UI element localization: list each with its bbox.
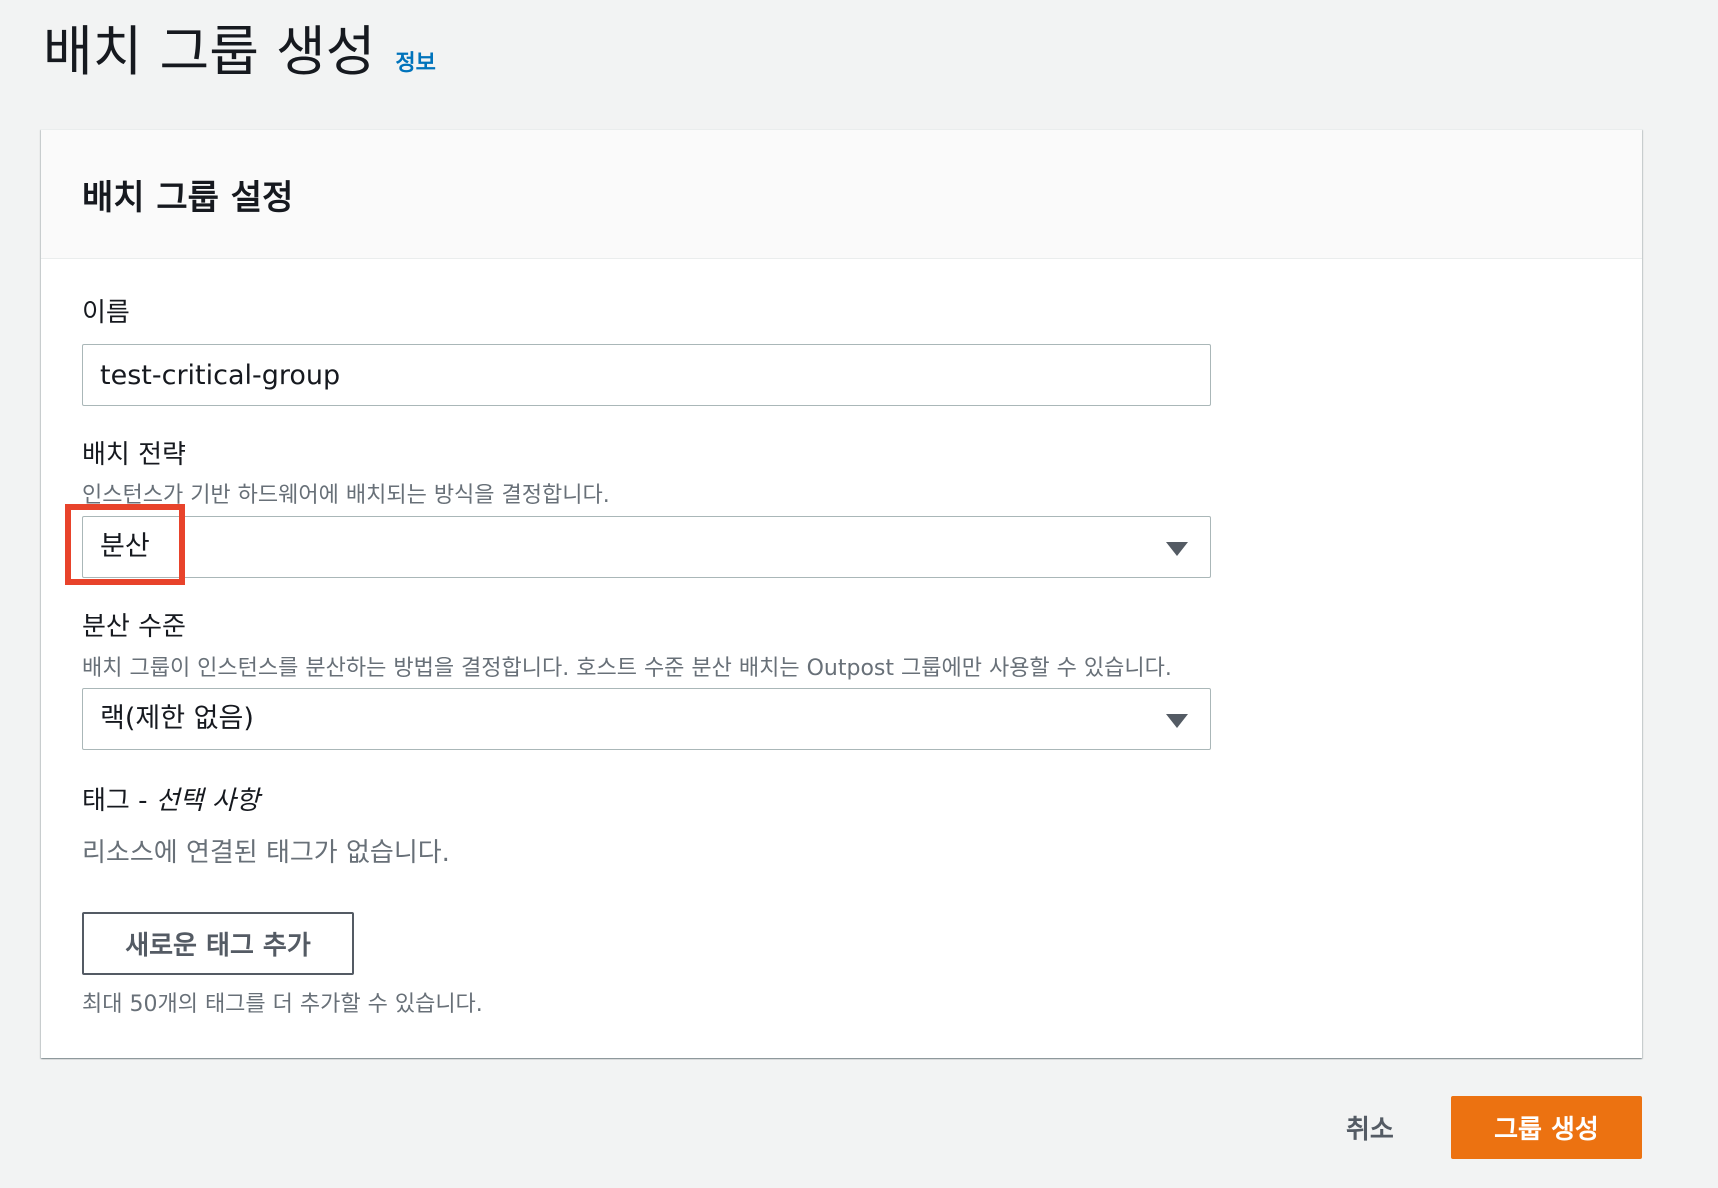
strategy-selected-value: 분산 — [100, 531, 150, 562]
tags-optional-text: 선택 사항 — [155, 786, 260, 816]
add-tag-button[interactable]: 새로운 태그 추가 — [82, 912, 354, 975]
tags-label-text: 태그 - — [82, 786, 156, 816]
strategy-label: 배치 전략 — [82, 440, 186, 470]
name-input[interactable] — [82, 344, 1211, 406]
tags-label: 태그 - 선택 사항 — [82, 780, 260, 817]
panel-title: 배치 그룹 설정 — [82, 177, 294, 218]
spread-level-selected-value: 랙(제한 없음) — [100, 703, 254, 734]
page-header: 배치 그룹 생성 정보 — [43, 18, 436, 86]
panel-header: 배치 그룹 설정 — [41, 130, 1642, 259]
caret-down-icon — [1166, 542, 1188, 556]
caret-down-icon — [1166, 714, 1188, 728]
page-title: 배치 그룹 생성 — [43, 20, 376, 83]
info-link[interactable]: 정보 — [395, 45, 435, 77]
spread-level-description: 배치 그룹이 인스턴스를 분산하는 방법을 결정합니다. 호스트 수준 분산 배… — [82, 656, 1172, 681]
tags-empty-text: 리소스에 연결된 태그가 없습니다. — [82, 838, 450, 868]
strategy-description: 인스턴스가 기반 하드웨어에 배치되는 방식을 결정합니다. — [82, 483, 610, 508]
spread-level-select[interactable]: 랙(제한 없음) — [82, 688, 1211, 750]
name-label: 이름 — [82, 298, 130, 328]
create-group-button[interactable]: 그룹 생성 — [1451, 1096, 1642, 1159]
spread-level-label: 분산 수준 — [82, 612, 186, 642]
cancel-button[interactable]: 취소 — [1340, 1096, 1400, 1159]
tags-limit-text: 최대 50개의 태그를 더 추가할 수 있습니다. — [82, 992, 483, 1017]
strategy-select[interactable]: 분산 — [82, 516, 1211, 578]
